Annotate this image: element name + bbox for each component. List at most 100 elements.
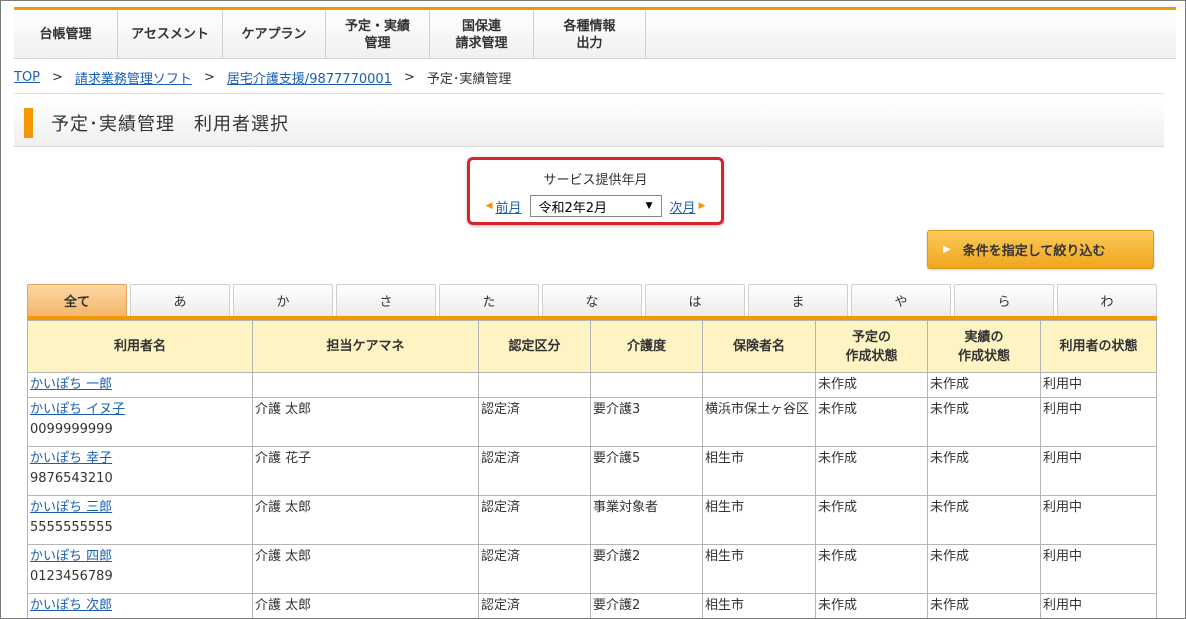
user-name-link[interactable]: かいぽち 一郎 (30, 377, 112, 392)
month-nav-row: ◀ 前月 令和2年2月 ▼ 次月 ▶ (470, 195, 721, 217)
col-header-plan-status[interactable]: 予定の 作成状態 (815, 320, 928, 373)
table-row: かいぽち 次郎 介護 太郎 認定済 要介護2 相生市 未作成 未作成 利用中 (27, 593, 1157, 618)
tab-ya[interactable]: や (851, 284, 951, 316)
cell-care-level: 要介護5 (590, 446, 703, 496)
breadcrumb-office-link[interactable]: 居宅介護支援/9877770001 (227, 68, 392, 87)
breadcrumb-top-link[interactable]: TOP (14, 70, 40, 85)
cell-certification: 認定済 (478, 397, 591, 447)
insured-number: 0123456789 (30, 569, 113, 584)
kana-tabs: 全て あ か さ た な は ま や ら わ (27, 284, 1157, 316)
cell-actual-status: 未作成 (927, 446, 1041, 496)
col-header-care-level[interactable]: 介護度 (590, 320, 703, 373)
nav-ledger[interactable]: 台帳管理 (14, 10, 118, 59)
cell-actual-status: 未作成 (927, 593, 1041, 618)
cell-user-status: 利用中 (1040, 397, 1157, 447)
cell-user-name: かいぽち 三郎 5555555555 (27, 495, 253, 545)
tab-ha[interactable]: は (645, 284, 745, 316)
cell-plan-status: 未作成 (815, 593, 928, 618)
table-row: かいぽち イヌ子 0099999999 介護 太郎 認定済 要介護3 横浜市保土ヶ… (27, 397, 1157, 447)
nav-billing[interactable]: 国保連 請求管理 (430, 10, 534, 59)
tab-wa[interactable]: わ (1057, 284, 1157, 316)
prev-month-link[interactable]: 前月 (495, 197, 521, 216)
cell-insurer: 相生市 (702, 495, 816, 545)
cell-user-status: 利用中 (1040, 593, 1157, 618)
nav-careplan[interactable]: ケアプラン (223, 10, 326, 59)
table-row: かいぽち 三郎 5555555555 介護 太郎 認定済 事業対象者 相生市 未作… (27, 495, 1157, 545)
page-title: 予定･実績管理 利用者選択 (51, 113, 289, 135)
nav-output[interactable]: 各種情報 出力 (534, 10, 646, 59)
col-header-certification[interactable]: 認定区分 (478, 320, 591, 373)
insured-number: 5555555555 (30, 520, 113, 535)
breadcrumb-billing-software-link[interactable]: 請求業務管理ソフト (75, 68, 192, 87)
col-header-user-name[interactable]: 利用者名 (27, 320, 253, 373)
tab-na[interactable]: な (542, 284, 642, 316)
cell-user-name: かいぽち 次郎 (27, 593, 253, 618)
cell-care-level: 事業対象者 (590, 495, 703, 545)
cell-plan-status: 未作成 (815, 372, 928, 398)
next-arrow-icon: ▶ (698, 201, 706, 211)
user-table: 利用者名 担当ケアマネ 認定区分 介護度 保険者名 予定の 作成状態 実績の 作… (27, 320, 1157, 618)
cell-plan-status: 未作成 (815, 544, 928, 594)
cell-insurer: 横浜市保土ヶ谷区 (702, 397, 816, 447)
cell-user-status: 利用中 (1040, 495, 1157, 545)
cell-user-status: 利用中 (1040, 544, 1157, 594)
insured-number: 9876543210 (30, 471, 113, 486)
cell-plan-status: 未作成 (815, 446, 928, 496)
col-header-user-status[interactable]: 利用者の状態 (1040, 320, 1157, 373)
cell-user-name: かいぽち 幸子 9876543210 (27, 446, 253, 496)
month-select[interactable]: 令和2年2月 ▼ (529, 195, 662, 217)
cell-plan-status: 未作成 (815, 397, 928, 447)
cell-actual-status: 未作成 (927, 397, 1041, 447)
breadcrumb-separator: > (203, 69, 215, 85)
col-header-insurer[interactable]: 保険者名 (702, 320, 816, 373)
page-title-bar: 予定･実績管理 利用者選択 (14, 99, 1164, 147)
col-header-care-manager[interactable]: 担当ケアマネ (252, 320, 479, 373)
cell-certification: 認定済 (478, 593, 591, 618)
tab-a[interactable]: あ (130, 284, 230, 316)
user-name-link[interactable]: かいぽち 四郎 (30, 549, 112, 564)
tab-sa[interactable]: さ (336, 284, 436, 316)
user-name-link[interactable]: かいぽち 次郎 (30, 598, 112, 613)
cell-insurer (702, 372, 816, 398)
service-month-label: サービス提供年月 (543, 173, 648, 188)
cell-user-status: 利用中 (1040, 446, 1157, 496)
cell-certification (478, 372, 591, 398)
cell-actual-status: 未作成 (927, 372, 1041, 398)
tab-all[interactable]: 全て (27, 284, 127, 316)
col-header-actual-status[interactable]: 実績の 作成状態 (927, 320, 1041, 373)
cell-care-manager: 介護 太郎 (252, 544, 479, 594)
cell-care-level: 要介護3 (590, 397, 703, 447)
title-accent-bar (24, 107, 33, 138)
breadcrumb-separator: > (52, 69, 63, 85)
table-header-row: 利用者名 担当ケアマネ 認定区分 介護度 保険者名 予定の 作成状態 実績の 作… (27, 320, 1157, 373)
next-month-link[interactable]: 次月 (670, 197, 696, 216)
cell-care-level: 要介護2 (590, 544, 703, 594)
tab-ra[interactable]: ら (954, 284, 1054, 316)
service-month-selector: サービス提供年月 ◀ 前月 令和2年2月 ▼ 次月 ▶ (467, 157, 724, 225)
tab-ta[interactable]: た (439, 284, 539, 316)
user-name-link[interactable]: かいぽち イヌ子 (30, 402, 125, 417)
breadcrumb-separator: > (403, 69, 415, 85)
cell-user-name: かいぽち イヌ子 0099999999 (27, 397, 253, 447)
cell-care-manager: 介護 太郎 (252, 495, 479, 545)
month-select-value: 令和2年2月 (538, 200, 608, 216)
cell-certification: 認定済 (478, 495, 591, 545)
filter-conditions-button[interactable]: ▶ 条件を指定して絞り込む (927, 230, 1154, 269)
nav-assessment[interactable]: アセスメント (118, 10, 223, 59)
cell-certification: 認定済 (478, 446, 591, 496)
cell-user-name: かいぽち 四郎 0123456789 (27, 544, 253, 594)
cell-care-level (590, 372, 703, 398)
user-name-link[interactable]: かいぽち 三郎 (30, 500, 112, 515)
tab-ma[interactable]: ま (748, 284, 848, 316)
cell-actual-status: 未作成 (927, 495, 1041, 545)
table-row: かいぽち 四郎 0123456789 介護 太郎 認定済 要介護2 相生市 未作成… (27, 544, 1157, 594)
user-name-link[interactable]: かいぽち 幸子 (30, 451, 112, 466)
cell-user-name: かいぽち 一郎 (27, 372, 253, 398)
chevron-down-icon: ▼ (645, 201, 653, 211)
chevron-right-icon: ▶ (943, 244, 951, 255)
nav-schedule-results[interactable]: 予定・実績 管理 (326, 10, 430, 59)
cell-care-manager: 介護 太郎 (252, 593, 479, 618)
cell-insurer: 相生市 (702, 446, 816, 496)
cell-care-manager: 介護 花子 (252, 446, 479, 496)
tab-ka[interactable]: か (233, 284, 333, 316)
